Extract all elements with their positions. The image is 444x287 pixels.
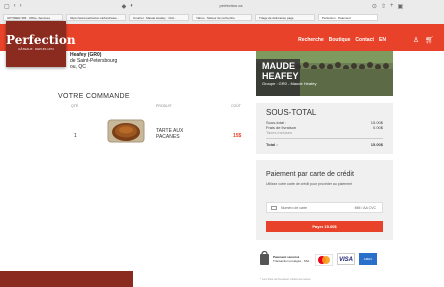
mastercard-logo: [314, 253, 334, 267]
privacy-icon[interactable]: ◐: [130, 3, 134, 9]
main-nav: Recherche Boutique Contact EN: [298, 37, 386, 43]
payment-panel: Paiement par carte de crédit Utilisez vo…: [256, 160, 393, 240]
total-value: 15.00$: [370, 142, 383, 147]
secure-sub: Transaction protégée · SSL: [273, 259, 310, 263]
customer-info: Heafey (GR0) de Saint-Petersbourg ou, QC: [70, 52, 117, 70]
order-title: VOTRE COMMANDE: [58, 93, 130, 100]
address-bar[interactable]: perfection.ca: [186, 2, 276, 9]
browser-tab-active[interactable]: Perfection · Paiement: [318, 14, 378, 21]
pay-button[interactable]: Payer 15.00$: [266, 221, 383, 232]
payment-title: Paiement par carte de crédit: [266, 171, 354, 178]
share-icon[interactable]: ⇧: [381, 3, 386, 10]
total-row: Total : 15.00$: [266, 142, 383, 147]
browser-tab[interactable]: UPTIMER 365 · Office, Services: [3, 14, 63, 21]
product-name-line: PACANES: [156, 134, 180, 140]
tax-row: Taxes incluses: [266, 130, 383, 135]
amex-logo: AMEX: [359, 253, 377, 265]
customer-line: ou, QC: [70, 64, 86, 70]
product-name[interactable]: TARTE AUX PACANES: [156, 128, 183, 140]
item-price: 15$: [233, 133, 242, 139]
nav-language[interactable]: EN: [379, 37, 386, 43]
logo-text: Perfection: [6, 33, 76, 47]
browser-chrome: ▢ ‹ › ◆ ◐ ⊙ ⇧ + ▣ perfection.ca UPTIMER …: [0, 0, 444, 24]
card-icon: [271, 206, 277, 210]
group-name-line: HEAFEY: [262, 71, 299, 81]
group-subtitle: Groupe : GR0 - Maude Heafey: [262, 81, 317, 86]
item-qty: 1: [74, 133, 77, 139]
site-logo[interactable]: Perfection GÂTEAUX · DEPUIS 1974: [6, 21, 76, 67]
divider: [266, 138, 383, 139]
col-header-product: PRODUIT: [156, 104, 172, 108]
browser-tab[interactable]: https://www.perfection.ca/fundraise...: [66, 14, 126, 21]
subtotal-title: SOUS-TOTAL: [266, 108, 317, 117]
user-icon[interactable]: ♙: [413, 36, 419, 44]
cart-icon[interactable]: 🛒︎: [425, 36, 434, 44]
lock-icon: [260, 250, 269, 265]
forward-icon[interactable]: ›: [20, 3, 22, 9]
new-tab-icon[interactable]: +: [390, 3, 394, 9]
nav-search[interactable]: Recherche: [298, 37, 324, 43]
nav-contact[interactable]: Contact: [355, 37, 374, 43]
card-expiry-placeholder: MM / AA CVC: [354, 206, 376, 210]
security-badges: Paiement sécurisé Transaction protégée ·…: [260, 250, 377, 267]
payment-description: Utilisez votre carte de crédit pour proc…: [266, 182, 353, 186]
logo-tagline: GÂTEAUX · DEPUIS 1974: [18, 47, 54, 51]
back-icon[interactable]: ‹: [14, 3, 16, 9]
header-icons: ♙ 🛒︎: [413, 36, 434, 44]
group-name-line: MAUDE: [262, 61, 295, 71]
sidebar-icon[interactable]: ▢: [4, 3, 10, 10]
browser-tab[interactable]: Yahoo · Moteur de recherche: [192, 14, 252, 21]
card-input[interactable]: Numéro de carte MM / AA CVC: [266, 202, 383, 213]
nav-shop[interactable]: Boutique: [329, 37, 351, 43]
tab-bar: UPTIMER 365 · Office, Services https://w…: [0, 12, 444, 23]
total-label: Total :: [266, 142, 278, 147]
col-header-cost: COÛT: [231, 104, 241, 108]
visa-logo: VISA: [337, 253, 355, 265]
browser-tab[interactable]: Courriel · Maude Heafey · Outl...: [129, 14, 189, 21]
subtotal-panel: SOUS-TOTAL Sous-total : 15.00$ Frais de …: [256, 103, 393, 154]
footer-note: * Les frais de livraison inclus les taxe…: [260, 277, 311, 281]
shield-icon[interactable]: ◆: [122, 3, 127, 10]
row-label: Taxes incluses: [266, 130, 293, 135]
product-image: [106, 118, 146, 144]
card-number-placeholder: Numéro de carte: [281, 206, 308, 210]
group-name: MAUDE HEAFEY: [262, 61, 299, 81]
tab-overview-icon[interactable]: ▣: [398, 3, 404, 10]
secure-payment-text: Paiement sécurisé Transaction protégée ·…: [273, 255, 311, 263]
overlay-panel: [0, 271, 133, 287]
download-icon[interactable]: ⊙: [372, 3, 377, 10]
browser-tab[interactable]: Triage de délivrance page: [255, 14, 315, 21]
col-header-qty: QTÉ: [71, 104, 79, 108]
